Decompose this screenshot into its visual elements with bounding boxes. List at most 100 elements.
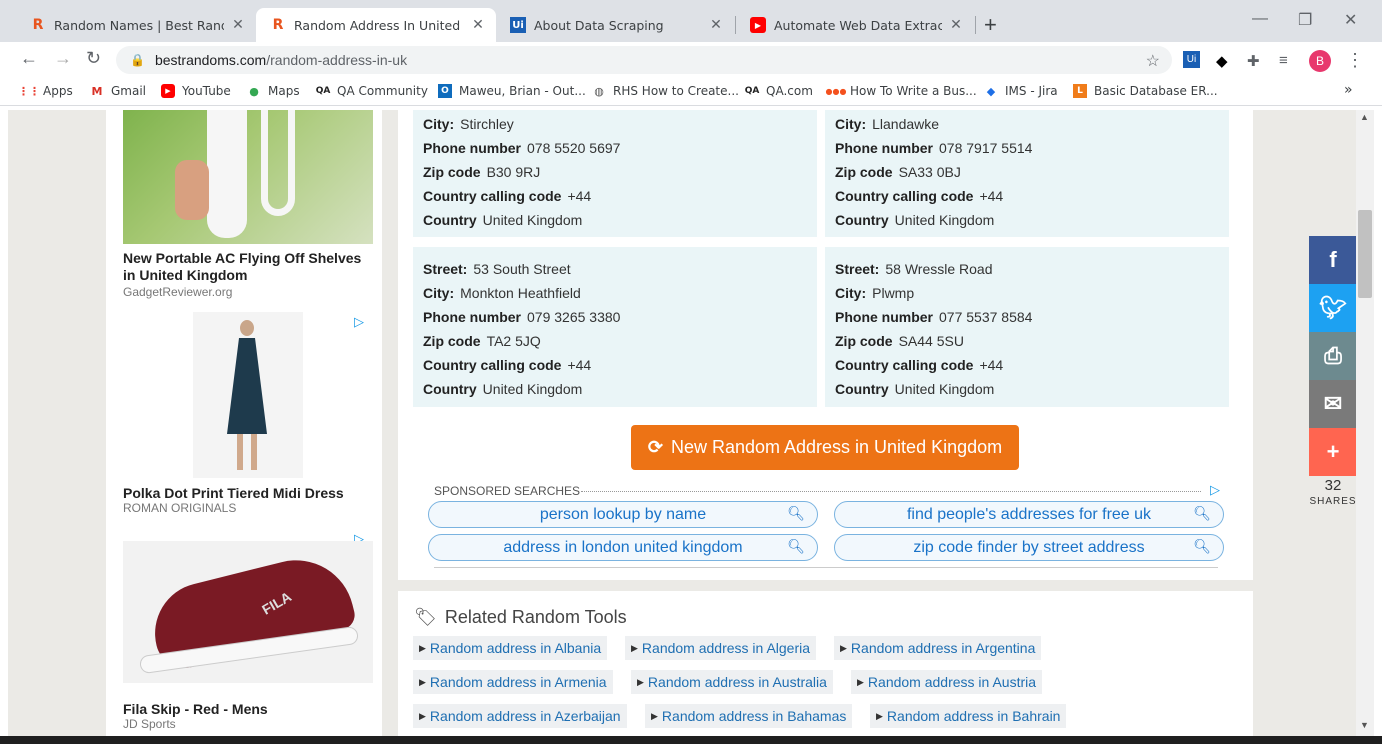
related-tool-link[interactable]: ▶ Random address in Bahamas	[645, 704, 853, 728]
bookmark-ims-jira[interactable]: ◆ IMS - Jira	[984, 84, 1058, 98]
more-share-button[interactable]: +	[1309, 428, 1357, 476]
field-label: Zip code	[423, 333, 481, 349]
ad-source[interactable]: ROMAN ORIGINALS	[123, 501, 236, 515]
field-value: United Kingdom	[894, 381, 995, 397]
related-tool-link[interactable]: ▶ Random address in Argentina	[834, 636, 1042, 660]
bookmark-business[interactable]: ●●● How To Write a Bus...	[826, 84, 977, 98]
related-tool-link[interactable]: ▶ Random address in Azerbaijan	[413, 704, 627, 728]
sponsored-search-pill[interactable]: person lookup by name 🔍︎	[428, 501, 818, 528]
qa-icon: QA	[744, 86, 760, 96]
field-label: Street:	[835, 261, 880, 277]
ad-image-dress[interactable]	[193, 312, 303, 478]
ad-source[interactable]: GadgetReviewer.org	[123, 285, 232, 299]
bookmark-label: Maps	[268, 84, 300, 98]
tab-data-scraping[interactable]: Ui About Data Scraping ✕	[496, 8, 734, 42]
scroll-down-icon[interactable]: ▼	[1360, 720, 1369, 730]
field-value: Llandawke	[872, 116, 940, 132]
sponsored-search-pill[interactable]: find people's addresses for free uk 🔍︎	[834, 501, 1224, 528]
divider	[434, 567, 1218, 568]
bookmark-rhs[interactable]: ◍ RHS How to Create...	[592, 84, 739, 98]
address-bar[interactable]: 🔒 bestrandoms.com/random-address-in-uk ☆	[116, 46, 1172, 74]
facebook-share-button[interactable]: f	[1309, 236, 1357, 284]
scroll-up-icon[interactable]: ▲	[1360, 112, 1369, 122]
bookmarks-overflow[interactable]: »	[1344, 82, 1353, 98]
bookmark-label: QA Community	[337, 84, 428, 98]
ad-title[interactable]: Polka Dot Print Tiered Midi Dress	[123, 485, 373, 502]
ad-title[interactable]: New Portable AC Flying Off Shelves in Un…	[123, 250, 373, 284]
window-close-button[interactable]: ✕	[1344, 10, 1357, 30]
related-tool-link[interactable]: ▶ Random address in Australia	[631, 670, 833, 694]
field-value: Stirchley	[460, 116, 514, 132]
youtube-icon: ▶	[161, 84, 175, 98]
minimize-button[interactable]: —	[1252, 10, 1268, 28]
puzzle-extensions-icon[interactable]: ✚	[1247, 52, 1260, 70]
tab-random-address[interactable]: R Random Address In United Kingd ✕	[256, 8, 496, 42]
caret-right-icon: ▶	[419, 676, 426, 687]
field-value: SA33 0BJ	[898, 164, 961, 180]
bookmark-outlook[interactable]: O Maweu, Brian - Out...	[438, 84, 586, 98]
apps-icon: ⋮⋮	[18, 84, 40, 98]
related-tool-link[interactable]: ▶ Random address in Bahrain	[870, 704, 1067, 728]
close-icon[interactable]: ✕	[708, 17, 724, 33]
bookmark-youtube[interactable]: ▶ YouTube	[161, 84, 231, 98]
uipath-icon: Ui	[510, 17, 526, 33]
sponsored-search-pill[interactable]: zip code finder by street address 🔍︎	[834, 534, 1224, 561]
bookmark-gmail[interactable]: M Gmail	[90, 84, 147, 98]
twitter-share-button[interactable]: 🐦︎	[1309, 284, 1357, 332]
adchoices-icon[interactable]: ▷	[354, 314, 364, 330]
adchoices-icon[interactable]: ▷	[1210, 482, 1220, 498]
reading-list-icon[interactable]: ≡	[1279, 52, 1288, 69]
field-label: City:	[835, 285, 867, 301]
city-row: City: Llandawke	[835, 112, 1219, 136]
maximize-button[interactable]: ❐	[1298, 10, 1312, 30]
reload-icon[interactable]: ↻	[86, 48, 101, 69]
email-share-button[interactable]: ✉	[1309, 380, 1357, 428]
ad-title[interactable]: Fila Skip - Red - Mens	[123, 701, 373, 718]
field-value: United Kingdom	[894, 212, 995, 228]
close-icon[interactable]: ✕	[230, 17, 246, 33]
new-tab-button[interactable]: +	[984, 12, 997, 38]
globe-icon: ◍	[594, 84, 604, 98]
close-icon[interactable]: ✕	[948, 17, 964, 33]
field-label: Country calling code	[835, 357, 974, 373]
field-value: +44	[567, 357, 592, 373]
layers-extension-icon[interactable]: ◆	[1216, 52, 1228, 70]
bookmark-qa-community[interactable]: QA QA Community	[316, 84, 428, 98]
tab-random-names[interactable]: R Random Names | Best Random T ✕	[16, 8, 256, 42]
related-tool-link[interactable]: ▶ Random address in Armenia	[413, 670, 613, 694]
calling-code-row: Country calling code +44	[835, 353, 1219, 377]
bookmark-label: How To Write a Bus...	[850, 84, 977, 98]
related-tool-link[interactable]: ▶ Random address in Albania	[413, 636, 608, 660]
bookmark-database[interactable]: L Basic Database ER...	[1073, 84, 1218, 98]
leg-shape	[251, 434, 257, 470]
sponsored-search-pill[interactable]: address in london united kingdom 🔍︎	[428, 534, 818, 561]
new-random-address-button[interactable]: ⟳ New Random Address in United Kingdom	[631, 425, 1019, 470]
profile-avatar[interactable]: B	[1309, 50, 1331, 72]
address-card: City: Llandawke Phone number 078 7917 5514…	[825, 110, 1229, 237]
refresh-icon: ⟳	[647, 437, 663, 457]
pill-label: address in london united kingdom	[503, 538, 743, 556]
back-icon[interactable]: ←	[20, 48, 38, 69]
ad-image-fan[interactable]	[123, 110, 373, 244]
ad-source[interactable]: JD Sports	[123, 717, 176, 731]
city-row: City: Stirchley	[423, 112, 807, 136]
scrollbar-thumb[interactable]	[1358, 210, 1372, 298]
bookmark-maps[interactable]: ● Maps	[247, 84, 300, 98]
bookmark-star-icon[interactable]: ☆	[1146, 51, 1160, 71]
menu-kebab-icon[interactable]: ⋮	[1346, 50, 1364, 71]
uipath-extension-icon[interactable]: Ui	[1183, 51, 1200, 68]
bookmark-qa-com[interactable]: QA QA.com	[745, 84, 813, 98]
print-share-button[interactable]: ⎙	[1309, 332, 1357, 380]
divider	[581, 491, 1201, 492]
bookmark-apps[interactable]: ⋮⋮ Apps	[18, 84, 73, 98]
forward-icon[interactable]: →	[54, 48, 72, 69]
search-icon: 🔍︎	[1193, 538, 1211, 554]
field-label: Country calling code	[835, 188, 974, 204]
related-tool-link[interactable]: ▶ Random address in Algeria	[625, 636, 817, 660]
related-tool-link[interactable]: ▶ Random address in Austria	[851, 670, 1043, 694]
ad-image-shoe[interactable]: FILA	[123, 541, 373, 683]
page-scrollbar[interactable]: ▲ ▼	[1356, 110, 1374, 736]
tab-automate[interactable]: ▶ Automate Web Data Extraction - ✕	[736, 8, 974, 42]
close-icon[interactable]: ✕	[470, 17, 486, 33]
zip-row: Zip code SA44 5SU	[835, 329, 1219, 353]
